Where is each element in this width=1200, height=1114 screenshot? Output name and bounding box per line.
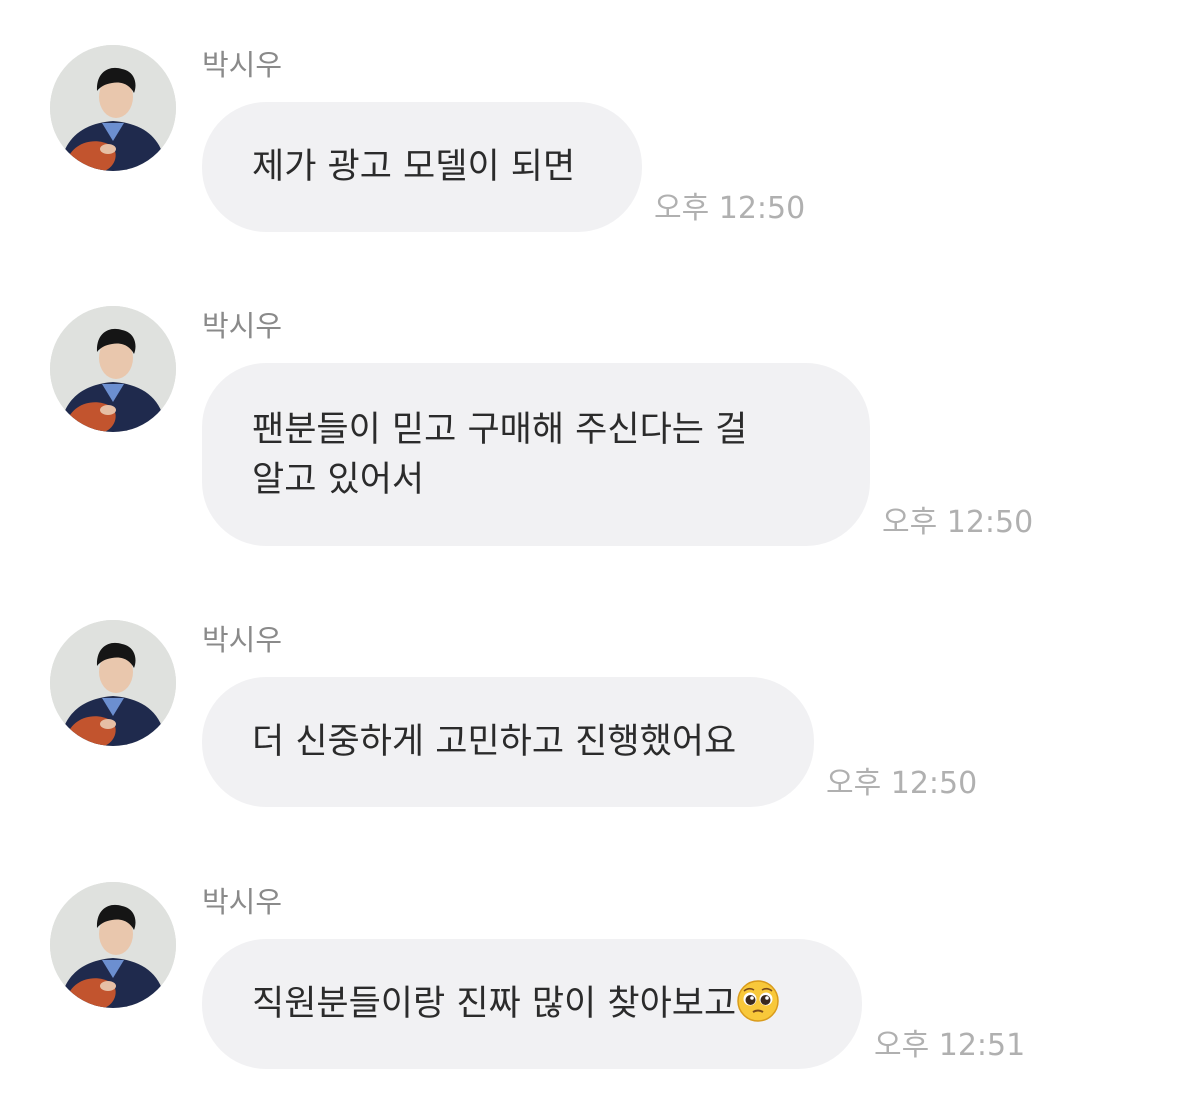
message-bubble[interactable]: 팬분들이 믿고 구매해 주신다는 걸 알고 있어서 [202, 363, 870, 546]
avatar-photo [50, 306, 176, 432]
message-bubble[interactable]: 더 신중하게 고민하고 진행했어요 [202, 677, 814, 807]
sender-name: 박시우 [202, 885, 283, 919]
message-bubble[interactable]: 직원분들이랑 진짜 많이 찾아보고 [202, 939, 862, 1069]
avatar-photo [50, 620, 176, 746]
pleading-face-emoji-icon [737, 980, 779, 1022]
message-line: 직원분들이랑 진짜 많이 찾아보고 [252, 984, 737, 1024]
sender-name: 박시우 [202, 623, 283, 657]
message-timestamp: 오후 12:51 [874, 1028, 1026, 1063]
avatar[interactable] [50, 882, 176, 1008]
sender-name: 박시우 [202, 309, 283, 343]
message-text: 직원분들이랑 진짜 많이 찾아보고 [252, 979, 780, 1029]
message-bubble[interactable]: 제가 광고 모델이 되면 [202, 102, 642, 232]
message-text: 팬분들이 믿고 구매해 주신다는 걸 알고 있어서 [252, 405, 747, 505]
message-line: 더 신중하게 고민하고 진행했어요 [252, 722, 737, 762]
avatar[interactable] [50, 306, 176, 432]
sender-name: 박시우 [202, 48, 283, 82]
message-timestamp: 오후 12:50 [826, 766, 978, 801]
message-line: 제가 광고 모델이 되면 [252, 147, 576, 187]
message-timestamp: 오후 12:50 [654, 191, 806, 226]
avatar[interactable] [50, 45, 176, 171]
chat-thread[interactable]: 박시우 제가 광고 모델이 되면 오후 12:50 박시우 팬분들이 믿고 구매… [0, 0, 1200, 1114]
message-timestamp: 오후 12:50 [882, 505, 1034, 540]
message-line: 알고 있어서 [252, 459, 425, 500]
message-line: 팬분들이 믿고 구매해 주신다는 걸 [252, 409, 748, 450]
avatar-photo [50, 882, 176, 1008]
message-text: 더 신중하게 고민하고 진행했어요 [252, 717, 736, 767]
avatar[interactable] [50, 620, 176, 746]
message-text: 제가 광고 모델이 되면 [252, 142, 575, 192]
avatar-photo [50, 45, 176, 171]
